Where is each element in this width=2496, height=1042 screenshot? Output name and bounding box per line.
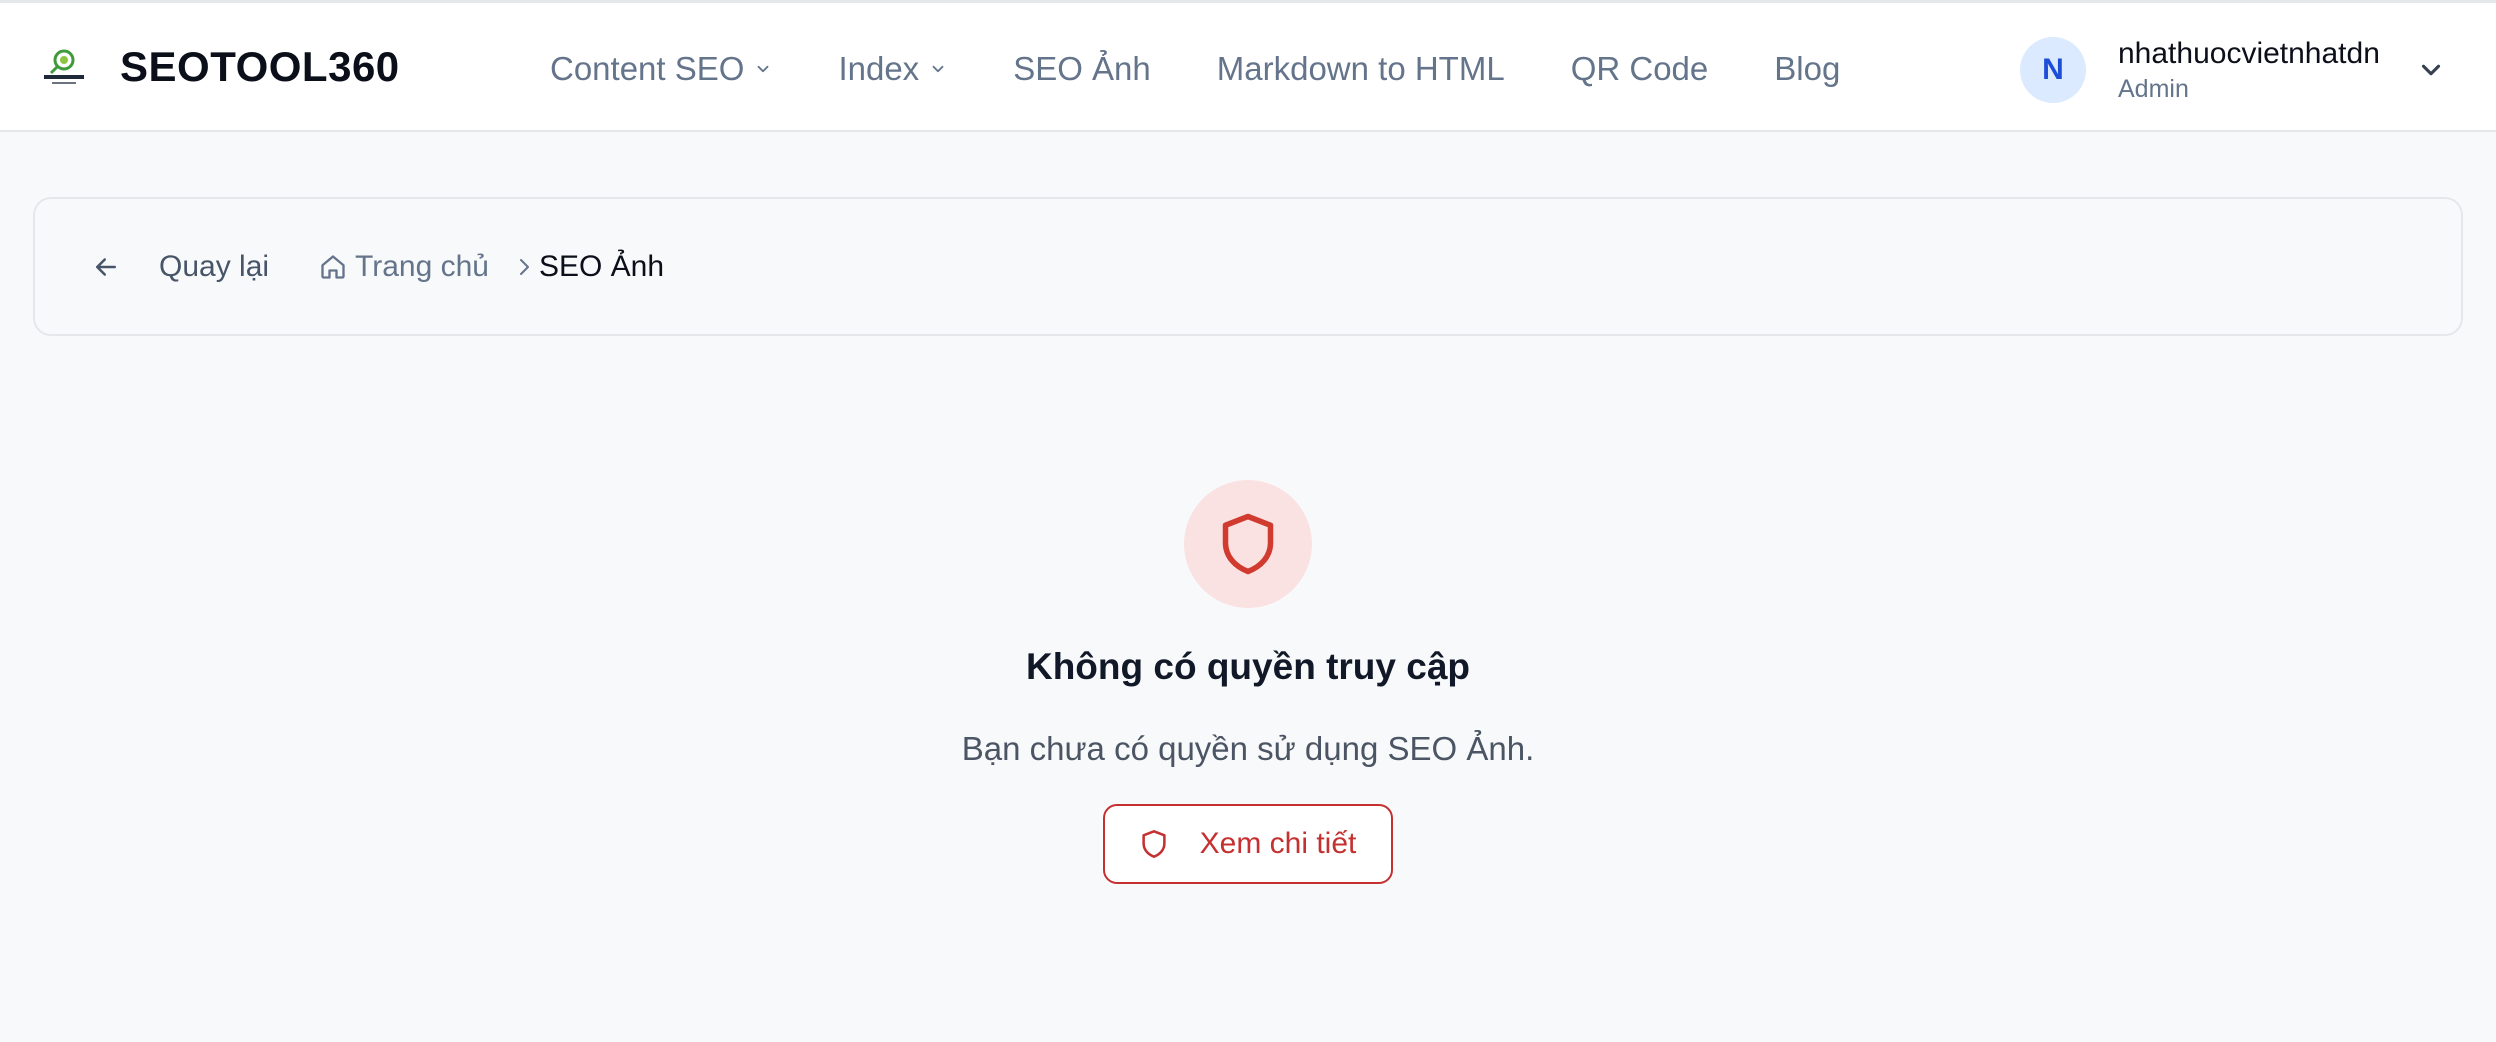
- nav-label: QR Code: [1570, 50, 1709, 87]
- breadcrumb-bar: Quay lại Trang chủ SEO Ảnh: [33, 197, 2463, 336]
- access-denied-panel: Không có quyền truy cập Bạn chưa có quyề…: [0, 480, 2496, 884]
- breadcrumb-current: SEO Ảnh: [538, 250, 665, 283]
- nav-label: Index: [838, 50, 920, 87]
- breadcrumb-home-label: Trang chủ: [355, 250, 489, 283]
- breadcrumb-home-link[interactable]: Trang chủ: [319, 250, 489, 284]
- magnifier-logo-icon[interactable]: [40, 47, 88, 91]
- arrow-left-icon: [96, 258, 116, 276]
- avatar: N: [2020, 37, 2086, 103]
- view-details-label: Xem chi tiết: [1199, 827, 1357, 860]
- chevron-down-icon: [758, 65, 769, 73]
- user-role: Admin: [2118, 75, 2189, 103]
- access-denied-title: Không có quyền truy cập: [1025, 646, 1471, 687]
- nav-index[interactable]: Index: [838, 50, 947, 88]
- back-label: Quay lại: [159, 250, 270, 283]
- top-navbar: SEOTOOL360 Content SEO Index SEO Ảnh Mar…: [0, 0, 2496, 132]
- access-denied-message: Bạn chưa có quyền sử dụng SEO Ảnh.: [961, 730, 1535, 767]
- nav-label: Content SEO: [550, 50, 745, 87]
- view-details-button[interactable]: Xem chi tiết: [1103, 804, 1393, 884]
- user-info: nhathuocvietnhatdn Admin: [2118, 35, 2380, 105]
- home-icon: [321, 255, 345, 279]
- back-button[interactable]: Quay lại: [91, 247, 269, 287]
- nav-content-seo[interactable]: Content SEO: [550, 50, 772, 88]
- chevron-down-icon[interactable]: [2416, 55, 2446, 85]
- nav-qr-code[interactable]: QR Code: [1571, 50, 1709, 88]
- nav-label: Blog: [1774, 50, 1841, 87]
- breadcrumb: Trang chủ SEO Ảnh: [319, 247, 664, 287]
- shield-icon: [1222, 513, 1274, 575]
- shield-icon: [1141, 830, 1166, 858]
- user-menu[interactable]: N nhathuocvietnhatdn Admin: [2020, 37, 2380, 103]
- chevron-down-icon: [932, 65, 944, 73]
- brand-name[interactable]: SEOTOOL360: [120, 43, 400, 91]
- nav-markdown-to-html[interactable]: Markdown to HTML: [1217, 50, 1505, 88]
- nav-label: SEO Ảnh: [1013, 50, 1151, 87]
- nav-label: Markdown to HTML: [1216, 50, 1505, 87]
- main-nav: Content SEO Index SEO Ảnh Markdown to HT…: [550, 47, 1840, 91]
- shield-badge: [1184, 480, 1312, 608]
- user-name: nhathuocvietnhatdn: [2118, 37, 2380, 70]
- chevron-right-icon: [519, 259, 529, 275]
- nav-seo-anh[interactable]: SEO Ảnh: [1013, 50, 1151, 88]
- nav-blog[interactable]: Blog: [1774, 50, 1840, 88]
